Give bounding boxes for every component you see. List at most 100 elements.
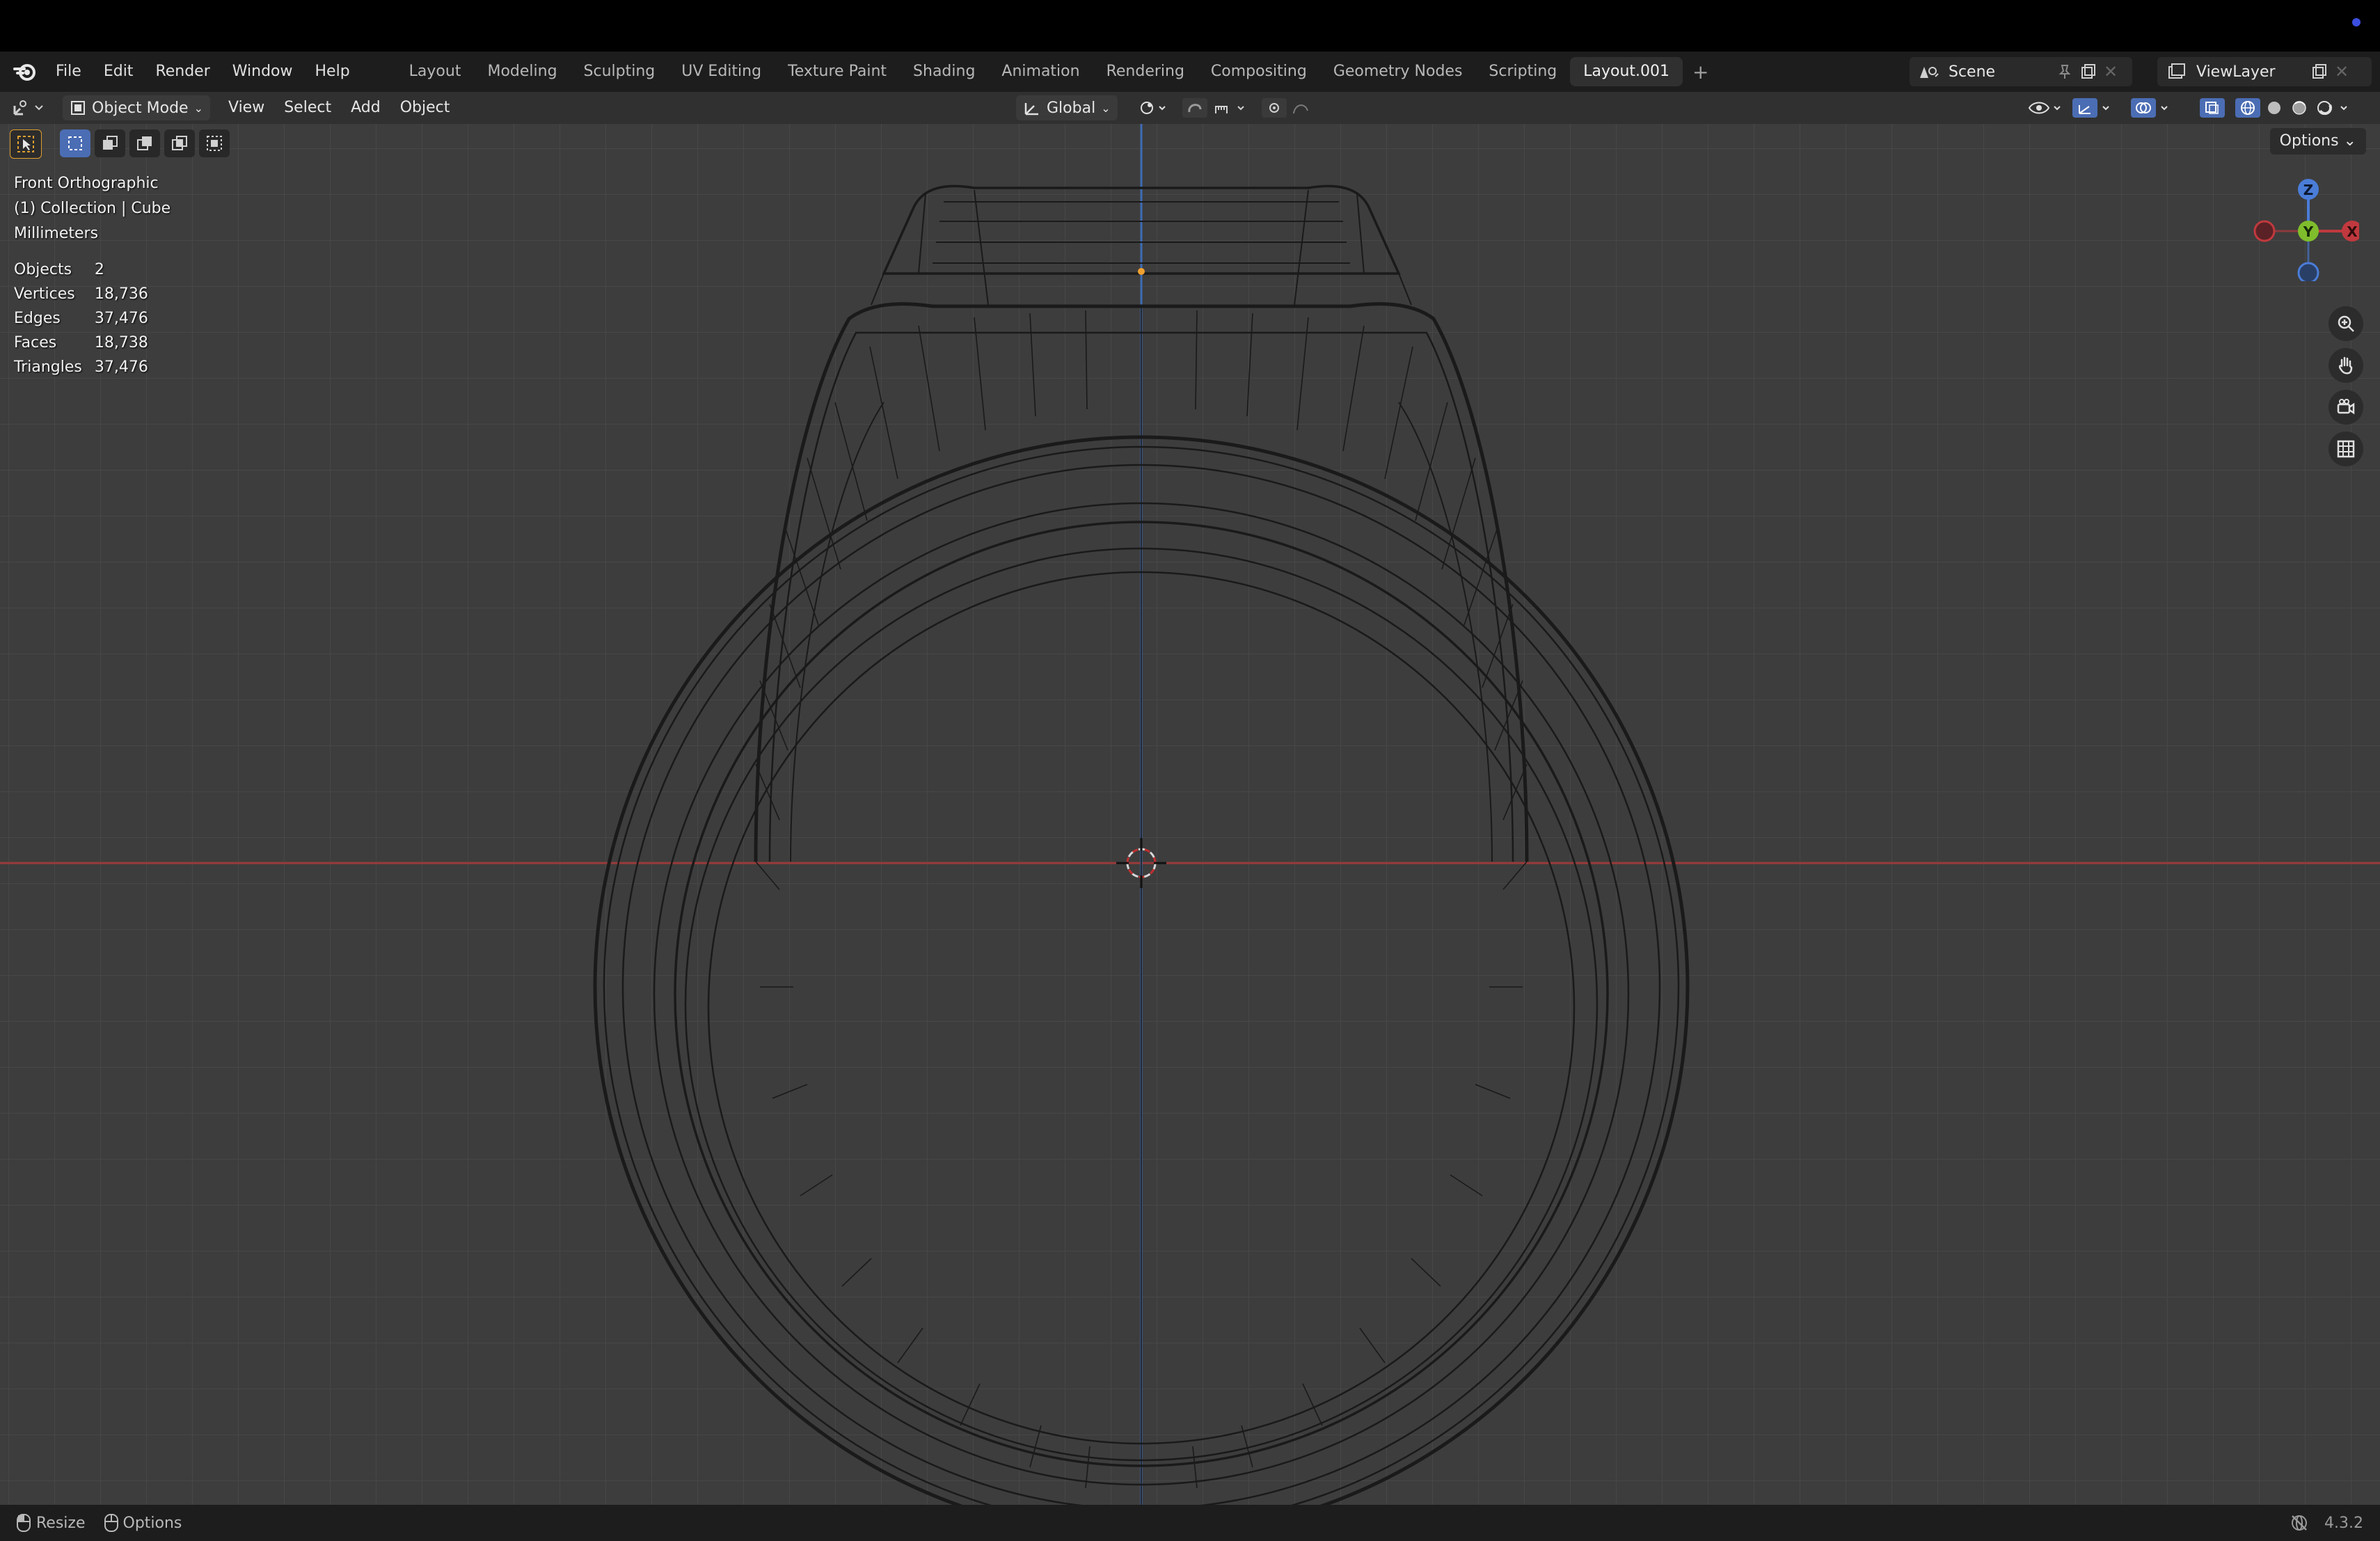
scene-statistics: Objects 2 Vertices 18,736 Edges 37,476 Face… — [14, 258, 161, 379]
workspace-tabs: Layout Modeling Sculpting UV Editing Tex… — [396, 52, 1719, 92]
options-label: Options — [2279, 132, 2339, 150]
orientation-label: Global — [1047, 99, 1096, 117]
new-view-layer-icon[interactable] — [2308, 58, 2331, 86]
header-menu-object[interactable]: Object — [390, 92, 460, 124]
viewport-header: Object Mode ⌄ View Select Add Object Glo… — [0, 92, 2380, 124]
header-menu-select[interactable]: Select — [274, 92, 341, 124]
object-mode-icon — [70, 94, 86, 122]
select-mode-intersect-icon[interactable] — [199, 129, 230, 157]
3d-viewport[interactable]: Options ⌄ Front Orthographic (1) Collect… — [0, 124, 2380, 1505]
view-layer-selector[interactable]: ViewLayer ✕ — [2157, 57, 2372, 86]
orientation-icon — [1023, 94, 1041, 122]
pivot-point-icon[interactable] — [1134, 94, 1173, 122]
snap-icon[interactable] — [1180, 94, 1257, 122]
scene-selector[interactable]: Scene ✕ — [1910, 57, 2132, 86]
tab-layout-001[interactable]: Layout.001 — [1570, 57, 1683, 86]
tab-texture-paint[interactable]: Texture Paint — [775, 57, 900, 86]
overlays-icon[interactable] — [2129, 94, 2177, 122]
active-collection: (1) Collection | Cube — [14, 200, 171, 217]
select-mode-new-icon[interactable] — [60, 129, 90, 157]
view-layer-icon — [2157, 58, 2196, 86]
tab-layout[interactable]: Layout — [396, 57, 475, 86]
tab-animation[interactable]: Animation — [988, 57, 1093, 86]
svg-text:Z: Z — [2303, 182, 2314, 198]
stat-label: Vertices — [14, 285, 75, 303]
tab-compositing[interactable]: Compositing — [1198, 57, 1320, 86]
editor-type-icon[interactable] — [0, 94, 56, 122]
network-off-icon[interactable] — [2285, 1509, 2313, 1537]
pan-hand-icon[interactable] — [2329, 348, 2363, 383]
stat-row: Vertices 18,736 — [14, 282, 161, 306]
tab-rendering[interactable]: Rendering — [1093, 57, 1198, 86]
stat-label: Faces — [14, 334, 57, 351]
camera-view-icon[interactable] — [2329, 390, 2363, 425]
select-mode-subtract-icon[interactable] — [129, 129, 160, 157]
stat-value: 2 — [94, 261, 104, 278]
menu-file[interactable]: File — [45, 52, 93, 92]
view-name: Front Orthographic — [14, 175, 159, 192]
menu-window[interactable]: Window — [221, 52, 304, 92]
tab-scripting[interactable]: Scripting — [1475, 57, 1570, 86]
transform-orientation-dropdown[interactable]: Global ⌄ — [1016, 95, 1118, 120]
pin-icon[interactable] — [2053, 58, 2077, 86]
stat-label: Objects — [14, 261, 72, 278]
delete-scene-icon[interactable]: ✕ — [2100, 58, 2121, 86]
stat-value: 18,738 — [94, 334, 148, 351]
add-workspace-button[interactable]: + — [1683, 61, 1718, 84]
mouse-left-icon — [11, 1509, 36, 1537]
tab-uv-editing[interactable]: UV Editing — [668, 57, 775, 86]
gizmo-z-axis[interactable]: Z — [2298, 179, 2319, 200]
tab-modeling[interactable]: Modeling — [474, 57, 570, 86]
select-tool-icon[interactable] — [10, 129, 42, 159]
select-mode-invert-icon[interactable] — [164, 129, 195, 157]
selection-tool-row — [10, 129, 230, 159]
mouse-right-icon — [100, 1509, 123, 1537]
header-menu-view[interactable]: View — [219, 92, 274, 124]
zoom-icon[interactable] — [2329, 306, 2363, 341]
window-top-bar — [0, 0, 2380, 52]
chevron-down-icon: ⌄ — [193, 101, 203, 115]
header-menu-add[interactable]: Add — [341, 92, 390, 124]
menu-edit[interactable]: Edit — [93, 52, 145, 92]
chevron-down-icon: ⌄ — [1101, 101, 1111, 115]
stat-value: 18,736 — [94, 285, 148, 303]
status-resize-label: Resize — [36, 1514, 86, 1532]
mode-label: Object Mode — [92, 99, 189, 117]
object-origin-dot — [1138, 268, 1145, 275]
perspective-toggle-icon[interactable] — [2329, 432, 2363, 466]
delete-view-layer-icon[interactable]: ✕ — [2331, 58, 2352, 86]
status-options-label: Options — [122, 1514, 182, 1532]
proportional-editing-icon[interactable] — [1260, 94, 1322, 122]
shading-mode-icons[interactable] — [2234, 94, 2359, 122]
tab-shading[interactable]: Shading — [900, 57, 988, 86]
menu-help[interactable]: Help — [304, 52, 361, 92]
viewport-canvas[interactable] — [0, 124, 2380, 1505]
scene-name[interactable]: Scene — [1949, 63, 2053, 81]
navigation-gizmo[interactable]: Z X Y — [2248, 170, 2359, 281]
stat-row: Objects 2 — [14, 258, 161, 282]
viewport-info-overlay: Front Orthographic (1) Collection | Cube… — [14, 171, 170, 379]
xray-toggle-icon[interactable] — [2199, 94, 2226, 122]
blender-logo-icon[interactable] — [6, 52, 45, 92]
mode-dropdown[interactable]: Object Mode ⌄ — [63, 95, 210, 120]
options-dropdown[interactable]: Options ⌄ — [2269, 128, 2366, 155]
version-label: 4.3.2 — [2324, 1514, 2363, 1532]
stat-row: Edges 37,476 — [14, 306, 161, 331]
gizmo-toggle-icon[interactable] — [2071, 94, 2118, 122]
svg-text:Y: Y — [2303, 223, 2314, 240]
tab-geometry-nodes[interactable]: Geometry Nodes — [1320, 57, 1476, 86]
units-label: Millimeters — [14, 225, 99, 242]
gizmo-x-axis[interactable]: X — [2342, 221, 2359, 242]
menu-render[interactable]: Render — [144, 52, 221, 92]
visibility-icon[interactable] — [2024, 94, 2065, 122]
new-scene-icon[interactable] — [2077, 58, 2100, 86]
gizmo-y-axis[interactable]: Y — [2298, 221, 2319, 242]
stat-row: Triangles 37,476 — [14, 355, 161, 379]
svg-text:X: X — [2347, 223, 2358, 240]
scene-icon — [1910, 58, 1949, 86]
tab-sculpting[interactable]: Sculpting — [571, 57, 669, 86]
recording-indicator — [2352, 18, 2361, 26]
stat-row: Faces 18,738 — [14, 331, 161, 355]
select-mode-extend-icon[interactable] — [95, 129, 125, 157]
view-layer-name[interactable]: ViewLayer — [2196, 63, 2308, 81]
